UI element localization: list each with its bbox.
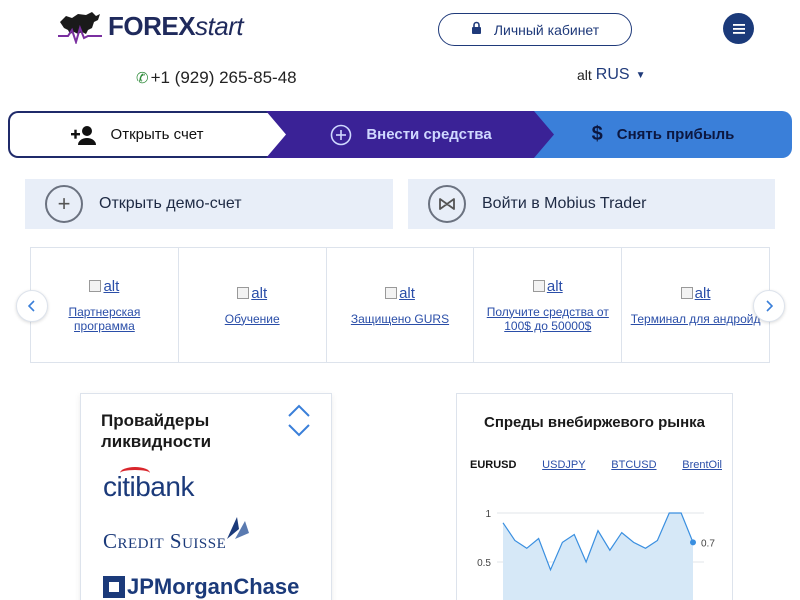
phone-icon: ✆ [136, 70, 149, 87]
feature-image: alt [532, 278, 563, 295]
add-user-icon [70, 125, 97, 145]
spreads-chart: 1 0.5 0.7 [477, 509, 715, 600]
feature-funds[interactable]: alt Получите средства от 100$ до 50000$ [474, 248, 623, 362]
lock-icon [471, 21, 482, 38]
feature-partner[interactable]: alt Партнерская программа [31, 248, 179, 362]
y-tick-label: 0.5 [477, 558, 491, 569]
carousel-prev-button[interactable] [16, 290, 48, 322]
plus-circle-icon [330, 124, 352, 146]
mobius-label: Войти в Mobius Trader [482, 195, 647, 212]
feature-image: alt [89, 278, 119, 295]
citibank-logo: citibank [103, 467, 194, 503]
withdraw-label: Снять прибыль [616, 126, 735, 143]
language-selector[interactable]: alt RUS ▼ [577, 66, 645, 84]
feature-link[interactable]: Партнерская программа [37, 305, 172, 333]
phone-text: +1 (929) 265-85-48 [150, 68, 297, 87]
withdraw-button[interactable]: $ Снять прибыль [534, 111, 792, 158]
open-account-button[interactable]: Открыть счет [8, 111, 288, 158]
menu-button[interactable] [723, 13, 754, 44]
flag-image: alt [577, 67, 592, 83]
tab-brentoil[interactable]: BrentOil [682, 459, 722, 471]
page: FOREXstart ✆ +1 (929) 265-85-48 Личный к… [0, 0, 800, 600]
caret-down-icon: ▼ [635, 69, 646, 81]
liquidity-providers-panel: Провайдеры ликвидности citibank Credit S… [80, 393, 332, 600]
spreads-title: Спреды внебиржевого рынка [483, 414, 705, 431]
feature-education[interactable]: alt Обучение [179, 248, 327, 362]
feature-android[interactable]: alt Терминал для андройд [622, 248, 769, 362]
providers-title: Провайдеры ликвидности [101, 411, 212, 451]
feature-gurs[interactable]: alt Защищено GURS [327, 248, 475, 362]
feature-image: alt [680, 285, 711, 302]
deposit-label: Внести средства [366, 126, 492, 143]
phone-number[interactable]: ✆ +1 (929) 265-85-48 [136, 68, 297, 88]
personal-cabinet-label: Личный кабинет [493, 21, 600, 38]
feature-link[interactable]: Терминал для андройд [631, 312, 761, 326]
feature-link[interactable]: Обучение [225, 312, 280, 326]
tab-usdjpy[interactable]: USDJPY [542, 459, 585, 471]
chevron-right-icon [766, 300, 773, 312]
carousel-next-button[interactable] [753, 290, 785, 322]
spreads-tabs: EURUSD USDJPY BTCUSD BrentOil [470, 459, 722, 471]
logo-text: FOREXstart [108, 10, 244, 41]
features-carousel: alt Партнерская программа alt Обучение a… [30, 247, 770, 363]
demo-label: Открыть демо-счет [99, 195, 242, 212]
mobius-icon [428, 185, 466, 223]
personal-cabinet-button[interactable]: Личный кабинет [438, 13, 632, 46]
credit-suisse-logo: Credit Suisse [103, 517, 249, 554]
data-point [690, 539, 696, 546]
tab-eurusd[interactable]: EURUSD [470, 459, 516, 471]
jpmorgan-logo: JPMorganChase [103, 574, 299, 600]
otc-spreads-panel: Спреды внебиржевого рынка EURUSD USDJPY … [456, 393, 733, 600]
open-demo-account-button[interactable]: + Открыть демо-счет [25, 179, 393, 229]
last-value-label: 0.7 [701, 538, 715, 549]
hamburger-icon [732, 23, 745, 34]
feature-image: alt [237, 285, 267, 302]
language-label: RUS [595, 66, 630, 83]
logo[interactable]: FOREXstart [56, 8, 244, 44]
deposit-button[interactable]: Внести средства [266, 111, 556, 158]
y-tick-label: 1 [485, 509, 491, 520]
chevron-left-icon [28, 300, 35, 312]
series-area [503, 513, 693, 600]
tab-btcusd[interactable]: BTCUSD [611, 459, 656, 471]
dollar-icon: $ [591, 123, 603, 145]
mobius-trader-login-button[interactable]: Войти в Mobius Trader [408, 179, 775, 229]
bull-icon [58, 12, 102, 44]
plus-icon: + [45, 185, 83, 223]
feature-image: alt [385, 285, 415, 302]
open-account-label: Открыть счет [110, 126, 204, 143]
feature-link[interactable]: Получите средства от 100$ до 50000$ [480, 305, 615, 333]
feature-link[interactable]: Защищено GURS [351, 312, 449, 326]
chevron-up-icon[interactable] [287, 404, 311, 418]
chevron-down-icon[interactable] [287, 423, 311, 437]
action-bar: Открыть счет Внести средства $ Снять при… [8, 111, 792, 158]
